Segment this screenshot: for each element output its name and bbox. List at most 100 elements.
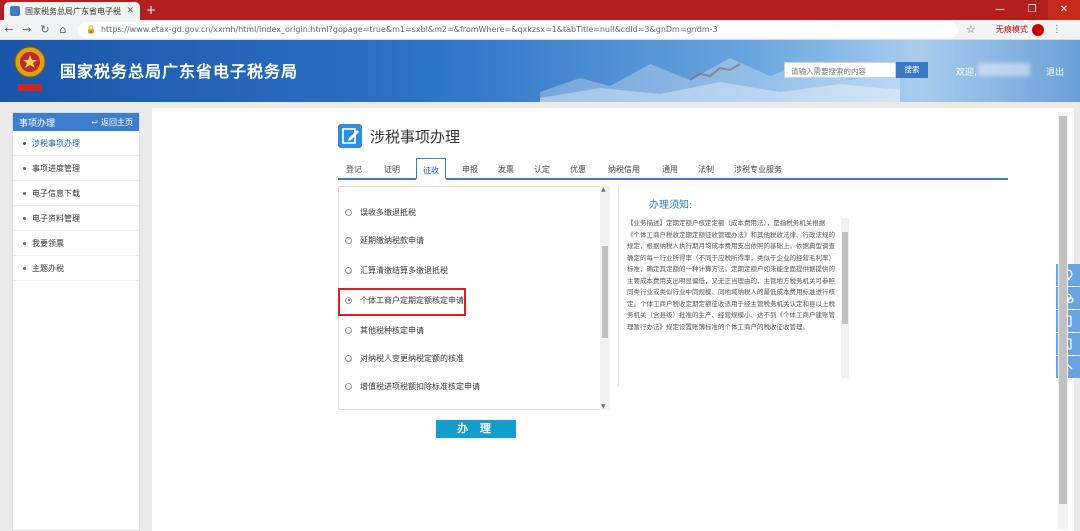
option-label: 汇算清缴结算多缴退抵税 xyxy=(360,265,448,275)
tab-tax-credit[interactable]: 纳税信用 xyxy=(608,164,640,175)
radio-icon[interactable] xyxy=(345,266,352,274)
bullet-icon xyxy=(23,216,26,220)
scroll-up-icon[interactable]: ▲ xyxy=(601,186,606,193)
page-title: 涉税事项办理 xyxy=(370,128,461,146)
notice-title: 办理须知: xyxy=(649,200,693,211)
new-tab-icon[interactable]: + xyxy=(146,2,156,18)
sidebar: 事项办理 ↩ 返回主页 涉税事项办理 事项进度管理 电子信息下载 电子资料管理 … xyxy=(12,112,140,531)
edit-document-icon xyxy=(338,124,362,148)
sidebar-item-invoice[interactable]: 我要领票 xyxy=(13,231,139,256)
scrollbar-thumb[interactable] xyxy=(842,232,848,324)
tax-emblem-icon xyxy=(14,46,46,91)
scroll-down-icon[interactable]: ▼ xyxy=(601,403,606,410)
address-bar: ← → ↻ ⌂ 🔒 https://www.etax-gd.gov.cn/xxm… xyxy=(0,20,1080,40)
tab-preferential[interactable]: 优惠 xyxy=(570,164,586,175)
close-tab-icon[interactable]: ✕ xyxy=(126,6,134,16)
bookmark-star-icon[interactable]: ☆ xyxy=(966,23,976,36)
sidebar-item-documents[interactable]: 电子资料管理 xyxy=(13,206,139,231)
option-label: 延期缴纳税款申请 xyxy=(360,235,424,245)
option-label: 增值税进项税额扣除标准核定申请 xyxy=(360,381,480,391)
scrollbar-thumb[interactable] xyxy=(1059,116,1067,504)
tab-collection[interactable]: 征收 xyxy=(416,158,446,180)
sidebar-item-tax-matters[interactable]: 涉税事项办理 xyxy=(13,131,139,156)
tab-declaration[interactable]: 申报 xyxy=(462,164,478,175)
handle-button[interactable]: 办 理 xyxy=(436,420,516,438)
browser-menu-icon[interactable]: ⋮ xyxy=(1052,24,1062,35)
radio-icon[interactable] xyxy=(345,354,352,362)
tab-professional-service[interactable]: 涉税专业服务 xyxy=(734,164,782,175)
category-tabs: 登记 证明 征收 申报 发票 认定 优惠 纳税信用 通用 法制 涉税专业服务 xyxy=(338,158,1008,180)
page-scrollbar[interactable] xyxy=(1058,112,1068,529)
bullet-icon xyxy=(23,166,26,170)
logout-link[interactable]: 退出 xyxy=(1046,65,1064,78)
sidebar-item-label: 事项进度管理 xyxy=(32,163,80,173)
site-header: 国家税务总局广东省电子税务局 请输入需要搜索的内容 搜索 欢迎, 退出 xyxy=(0,40,1080,102)
search-input[interactable]: 请输入需要搜索的内容 xyxy=(784,62,896,78)
lock-icon: 🔒 xyxy=(86,25,96,34)
notice-scrollbar[interactable] xyxy=(841,218,849,378)
window-close-icon[interactable]: ✕ xyxy=(1048,0,1080,20)
sidebar-item-label: 主题办税 xyxy=(32,263,64,273)
site-title: 国家税务总局广东省电子税务局 xyxy=(60,62,299,81)
back-arrow-icon[interactable]: ← xyxy=(0,23,18,36)
favicon-icon xyxy=(10,6,20,16)
notice-panel: 办理须知: 【业务描述】定期定额户核定定额（成本费用法），是指税务机关根据《个体… xyxy=(618,186,852,386)
sidebar-item-label: 涉税事项办理 xyxy=(32,138,80,148)
browser-tab-title: 国家税务总局广东省电子税务局 xyxy=(25,6,121,16)
option-item[interactable]: 其他税种核定申请 xyxy=(345,317,424,343)
option-item[interactable]: 延期缴纳税款申请 xyxy=(345,227,424,253)
option-item[interactable]: 汇算清缴结算多缴退抵税 xyxy=(345,257,448,283)
tab-general[interactable]: 通用 xyxy=(662,164,678,175)
radio-icon[interactable] xyxy=(345,208,352,216)
restore-icon[interactable]: ❐ xyxy=(1016,0,1048,20)
url-text: https://www.etax-gd.gov.cn/xxmh/html/ind… xyxy=(100,25,718,34)
url-field[interactable]: 🔒 https://www.etax-gd.gov.cn/xxmh/html/i… xyxy=(78,21,958,38)
sidebar-item-progress[interactable]: 事项进度管理 xyxy=(13,156,139,181)
bullet-icon xyxy=(23,191,26,195)
sidebar-item-theme[interactable]: 主题办税 xyxy=(13,256,139,281)
tab-certificate[interactable]: 证明 xyxy=(384,164,400,175)
radio-icon[interactable] xyxy=(345,236,352,244)
tab-registration[interactable]: 登记 xyxy=(346,164,362,175)
browser-tab[interactable]: 国家税务总局广东省电子税务局 ✕ xyxy=(4,2,140,20)
tab-certification[interactable]: 认定 xyxy=(534,164,550,175)
radio-icon[interactable] xyxy=(345,326,352,334)
option-item[interactable]: 对纳税人变更纳税定额的核准 xyxy=(345,345,464,371)
reload-icon[interactable]: ↻ xyxy=(36,23,54,36)
back-home-label: 返回主页 xyxy=(101,117,133,127)
sidebar-item-download[interactable]: 电子信息下载 xyxy=(13,181,139,206)
back-home-link[interactable]: ↩ 返回主页 xyxy=(91,117,133,128)
main-content: 涉税事项办理 登记 证明 征收 申报 发票 认定 优惠 纳税信用 通用 法制 涉… xyxy=(152,108,1074,531)
forward-arrow-icon[interactable]: → xyxy=(18,23,36,36)
sidebar-header: 事项办理 ↩ 返回主页 xyxy=(13,113,139,131)
window-controls: — ❐ ✕ xyxy=(984,0,1080,20)
minimize-icon[interactable]: — xyxy=(984,0,1016,20)
selection-highlight-box xyxy=(338,288,466,316)
return-arrow-icon: ↩ xyxy=(91,117,98,127)
sidebar-item-label: 电子资料管理 xyxy=(32,213,80,223)
option-item[interactable]: 误收多缴退抵税 xyxy=(345,199,416,225)
option-item[interactable]: 增值税进项税额扣除标准核定申请 xyxy=(345,373,480,399)
bullet-icon xyxy=(23,141,26,145)
home-icon[interactable]: ⌂ xyxy=(54,23,72,36)
incognito-icon[interactable] xyxy=(1031,23,1044,36)
option-label: 其他税种核定申请 xyxy=(360,325,424,335)
tab-legal[interactable]: 法制 xyxy=(698,164,714,175)
tab-invoice[interactable]: 发票 xyxy=(498,164,514,175)
option-label: 误收多缴退抵税 xyxy=(360,207,416,217)
page-body: 事项办理 ↩ 返回主页 涉税事项办理 事项进度管理 电子信息下载 电子资料管理 … xyxy=(0,102,1080,531)
welcome-label: 欢迎, xyxy=(956,68,977,78)
username-redacted xyxy=(978,63,1030,76)
radio-icon[interactable] xyxy=(345,382,352,390)
sidebar-item-label: 电子信息下载 xyxy=(32,188,80,198)
scrollbar-thumb[interactable] xyxy=(602,246,608,338)
sidebar-title: 事项办理 xyxy=(19,118,56,129)
search-button[interactable]: 搜索 xyxy=(896,62,928,78)
browser-tab-bar: 国家税务总局广东省电子税务局 ✕ + — ❐ ✕ xyxy=(0,0,1080,20)
incognito-label: 无痕模式 xyxy=(995,25,1028,34)
notice-body: 【业务描述】定期定额户核定定额（成本费用法），是指税务机关根据《个体工商户税收定… xyxy=(627,219,835,331)
option-label: 对纳税人变更纳税定额的核准 xyxy=(360,353,464,363)
sidebar-item-label: 我要领票 xyxy=(32,238,64,248)
option-list-scrollbar[interactable]: ▲ ▼ xyxy=(600,186,610,410)
bullet-icon xyxy=(23,241,26,245)
